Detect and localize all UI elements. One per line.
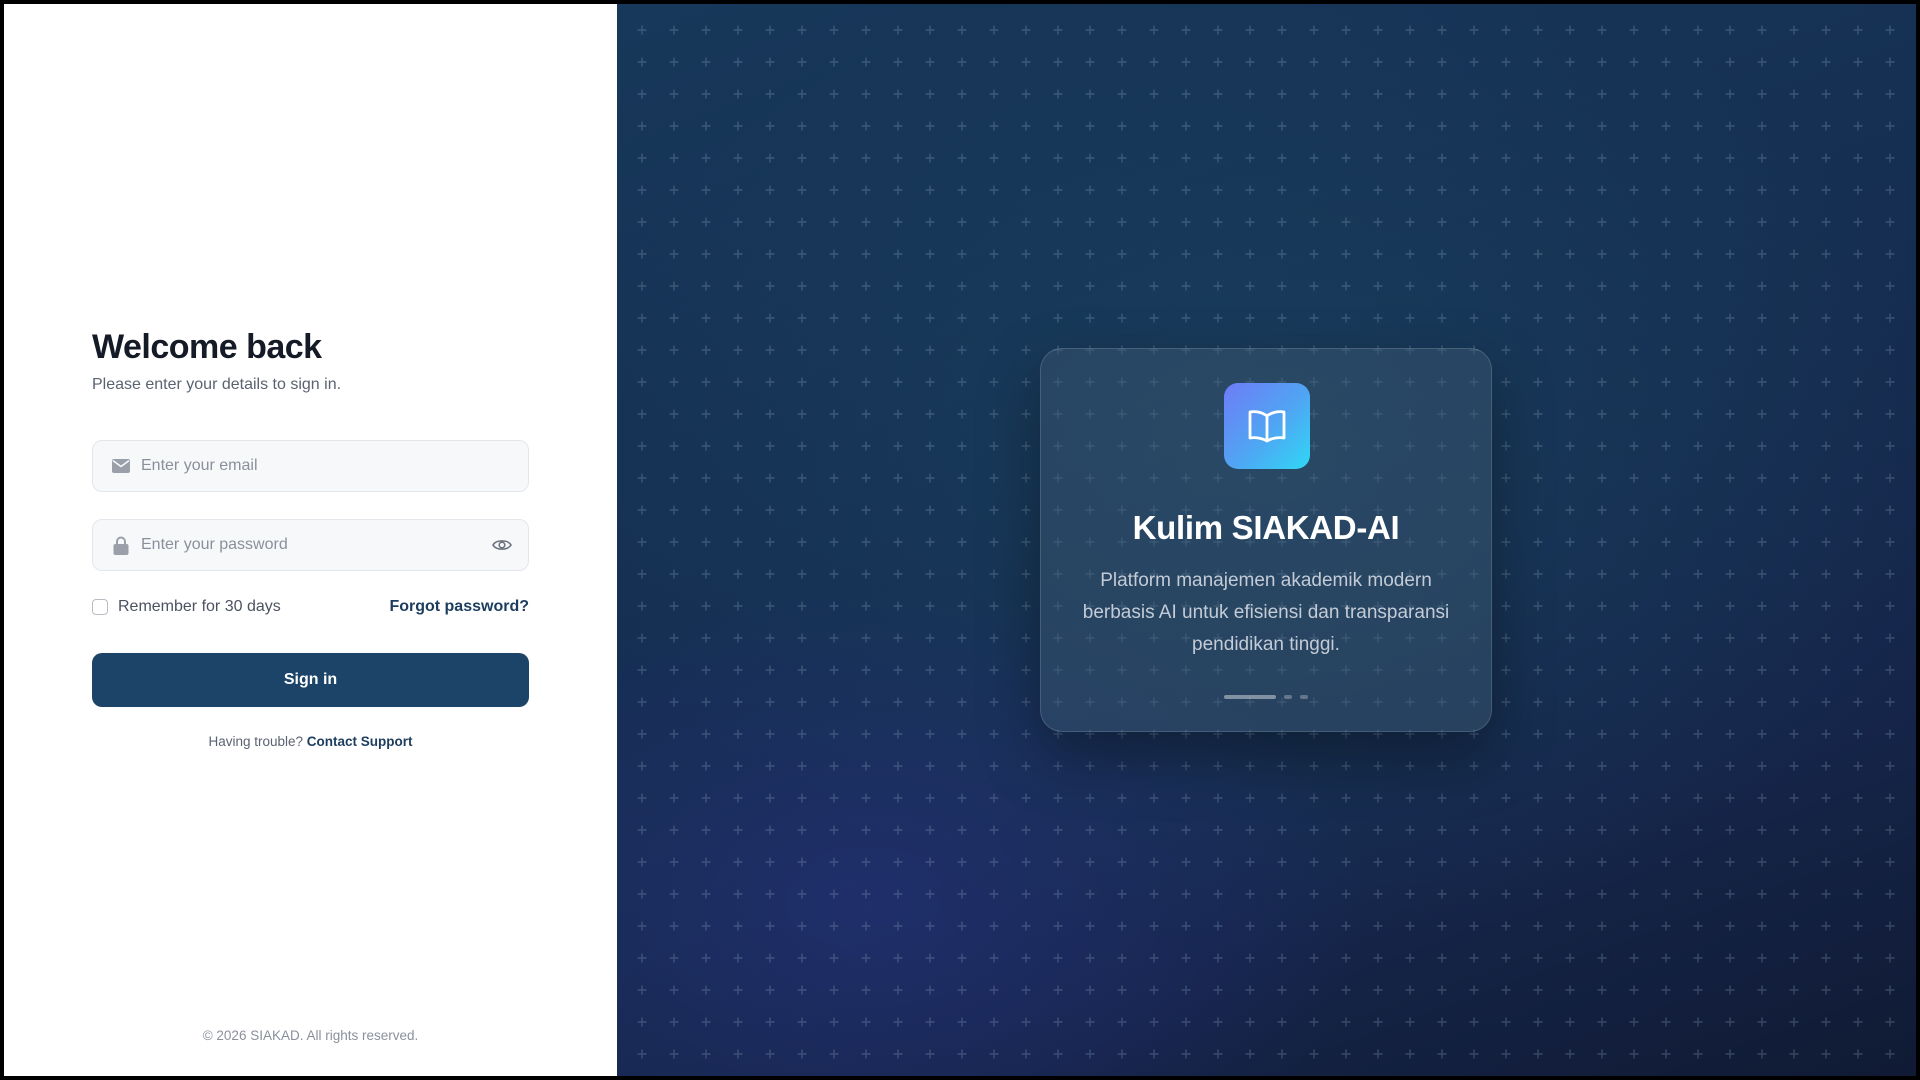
- page-title: Welcome back: [92, 328, 322, 366]
- book-open-icon: [1224, 383, 1310, 469]
- login-form: Welcome back Please enter your details t…: [92, 326, 529, 749]
- mail-icon: [111, 456, 131, 476]
- email-input[interactable]: [141, 441, 480, 491]
- carousel-dot-3[interactable]: [1300, 695, 1308, 699]
- forgot-password-link[interactable]: Forgot password?: [389, 598, 529, 616]
- carousel-dot-2[interactable]: [1284, 695, 1292, 699]
- trouble-label: Having trouble?: [208, 734, 307, 749]
- login-panel: Welcome back Please enter your details t…: [4, 4, 617, 1076]
- remember-checkbox[interactable]: [92, 599, 108, 615]
- hero-description: Platform manajemen akademik modern berba…: [1082, 570, 1450, 655]
- password-field[interactable]: [92, 519, 529, 571]
- contact-support-link[interactable]: Contact Support: [307, 734, 413, 749]
- hero-panel: Kulim SIAKAD-AI Platform manajemen akade…: [617, 4, 1916, 1076]
- hero-card: Kulim SIAKAD-AI Platform manajemen akade…: [1040, 348, 1492, 732]
- page-subtitle: Please enter your details to sign in.: [92, 376, 342, 393]
- password-input[interactable]: [141, 520, 480, 570]
- carousel-dot-1[interactable]: [1224, 695, 1276, 699]
- login-page: Welcome back Please enter your details t…: [4, 4, 1916, 1076]
- copyright-footer: © 2026 SIAKAD. All rights reserved.: [202, 1028, 419, 1043]
- sign-in-button[interactable]: Sign in: [92, 653, 529, 707]
- support-text: Having trouble? Contact Support: [92, 734, 529, 749]
- remember-label: Remember for 30 days: [118, 598, 281, 615]
- email-field[interactable]: [92, 440, 529, 492]
- form-options: Remember for 30 days Forgot password?: [92, 597, 529, 617]
- hero-title: Kulim SIAKAD-AI: [1132, 509, 1400, 546]
- carousel-indicators: [1041, 695, 1491, 699]
- lock-icon: [111, 535, 131, 555]
- eye-icon[interactable]: [490, 533, 514, 557]
- remember-me[interactable]: Remember for 30 days: [92, 598, 281, 616]
